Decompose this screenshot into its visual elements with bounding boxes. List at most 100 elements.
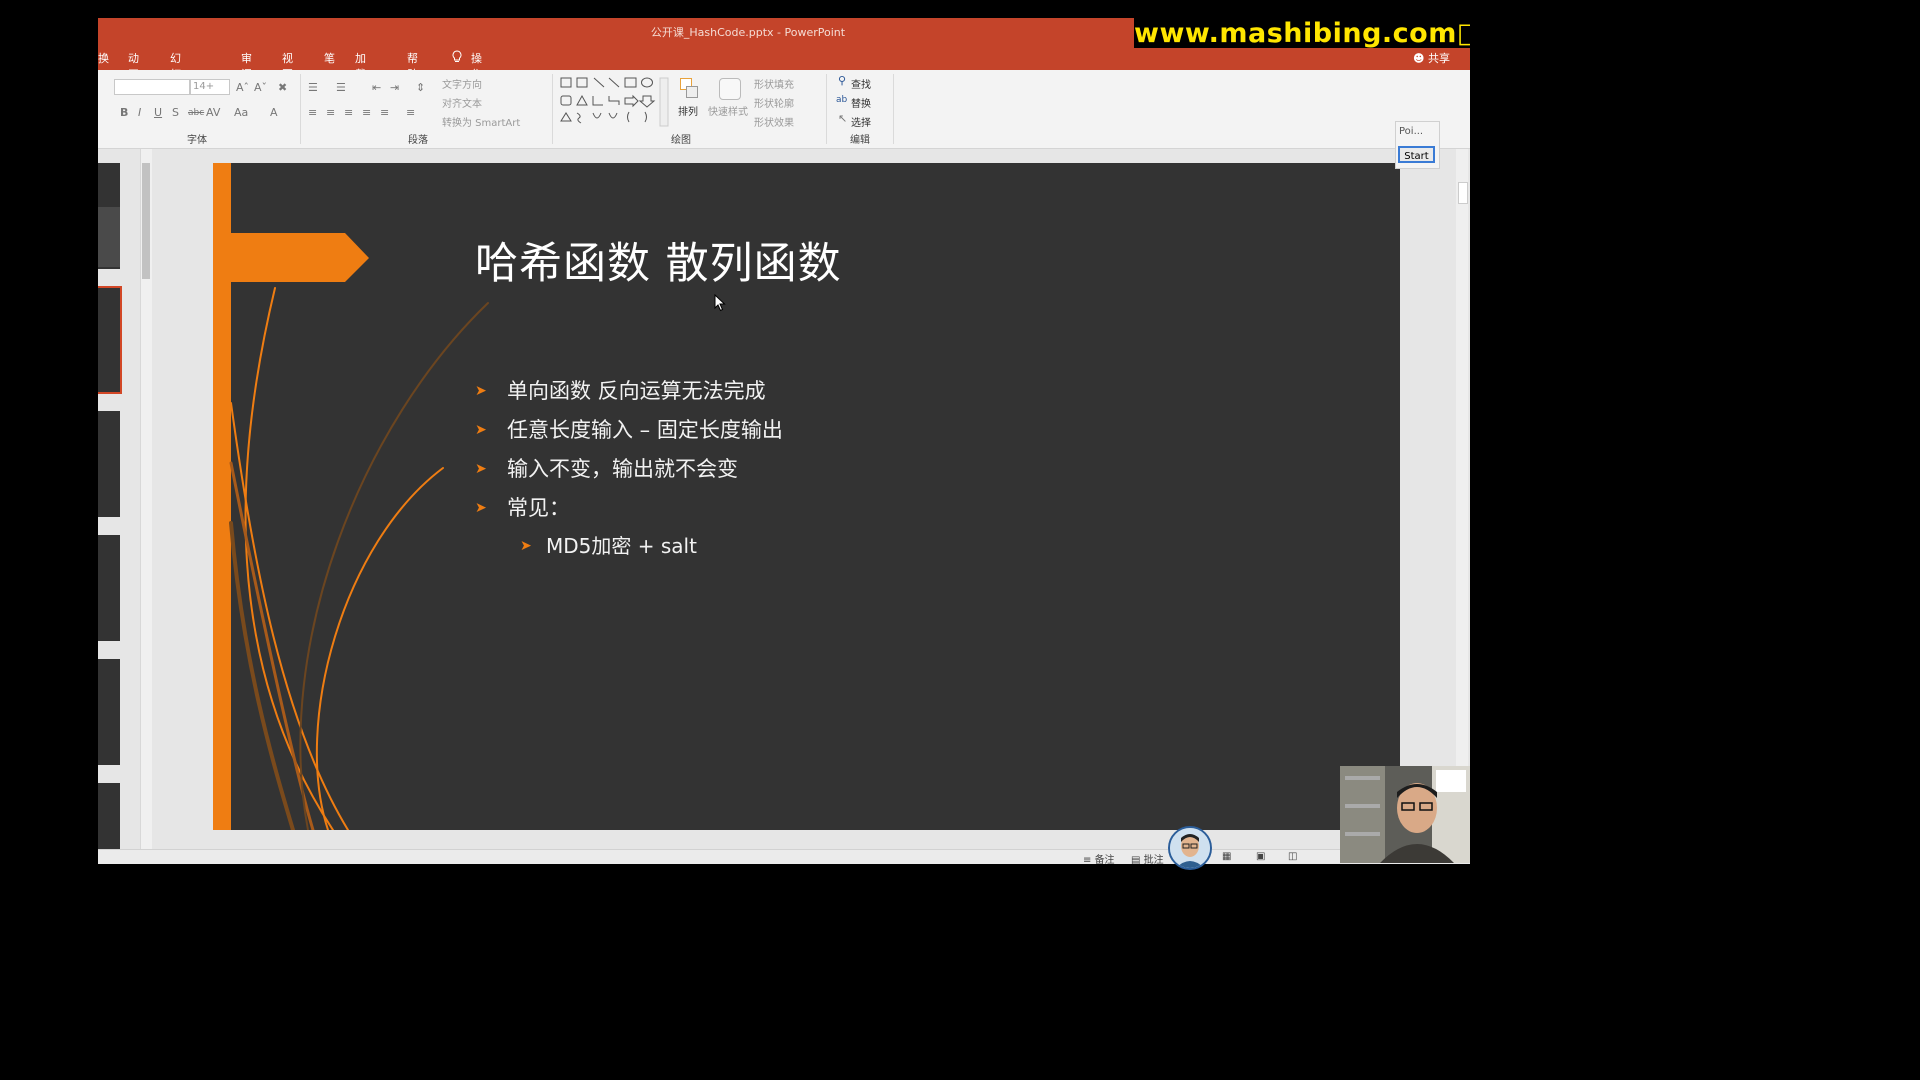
bold-icon[interactable]: B xyxy=(120,107,128,119)
bullet-item[interactable]: ➤ 输入不变，输出就不会变 xyxy=(475,453,738,483)
tab-pen[interactable]: 笔 xyxy=(324,50,335,66)
slide-title[interactable]: 哈希函数 散列函数 xyxy=(475,229,842,291)
scrollbar-thumb[interactable] xyxy=(142,163,150,279)
grow-font-icon[interactable]: Aˆ xyxy=(236,82,249,94)
comments-button[interactable]: ▤ 批注 xyxy=(1131,851,1164,864)
shape-effects-button[interactable]: 形状效果 xyxy=(754,114,794,129)
increase-indent-icon[interactable]: ⇥ xyxy=(390,82,399,94)
bullet-item[interactable]: ➤ 单向函数 反向运算无法完成 xyxy=(475,375,766,405)
line-spacing-icon[interactable]: ⇕ xyxy=(416,82,425,94)
normal-view-icon[interactable]: ▦ xyxy=(1222,851,1231,862)
tab-transitions[interactable]: 换 xyxy=(98,50,109,66)
bullet-text: MD5加密 + salt xyxy=(546,534,697,558)
quick-styles-button[interactable]: 快速样式 xyxy=(707,76,751,128)
share-button[interactable]: ☻ 共享 xyxy=(1413,50,1450,66)
ribbon: 14+ Aˆ Aˇ ✖ B I U S abc AV Aa A 字体 ☰ ☰ ⇤… xyxy=(98,70,1470,149)
divider xyxy=(300,74,301,144)
columns-icon[interactable]: ≡ xyxy=(406,107,415,119)
share-label: 共享 xyxy=(1428,52,1450,65)
slide-thumbnail[interactable] xyxy=(98,535,120,641)
bullet-text: 输入不变，输出就不会变 xyxy=(507,457,738,481)
thumbnail-photo xyxy=(98,207,120,267)
clear-format-icon[interactable]: ✖ xyxy=(278,82,287,94)
notes-icon: ≡ xyxy=(1083,855,1095,864)
find-button[interactable]: 查找 xyxy=(851,76,871,91)
person-icon: ☻ xyxy=(1413,52,1425,65)
bullet-marker-icon: ➤ xyxy=(475,422,487,438)
slide-scrollbar[interactable] xyxy=(1456,149,1468,849)
bullet-text: 常见： xyxy=(507,496,570,520)
divider xyxy=(893,74,894,144)
bullet-text: 单向函数 反向运算无法完成 xyxy=(507,379,766,403)
replace-button[interactable]: 替换 xyxy=(851,95,871,110)
addin-panel: Poi... Start xyxy=(1395,121,1440,169)
bullet-item[interactable]: ➤ 任意长度输入 – 固定长度输出 xyxy=(475,414,783,444)
start-button[interactable]: Start xyxy=(1398,146,1435,163)
distribute-icon[interactable]: ≡ xyxy=(380,107,389,119)
shape-outline-button[interactable]: 形状轮廓 xyxy=(754,95,794,110)
lightbulb-icon xyxy=(451,50,463,66)
font-size-value: 14+ xyxy=(193,81,215,92)
select-button[interactable]: 选择 xyxy=(851,114,871,129)
title-bar: 公开课_HashCode.pptx - PowerPoint www.mashi… xyxy=(98,18,1470,145)
font-name-box[interactable] xyxy=(114,79,190,95)
replace-icon: ab xyxy=(836,95,848,105)
quick-styles-label: 快速样式 xyxy=(708,107,748,118)
arrange-button[interactable]: 排列 xyxy=(676,76,700,128)
shrink-font-icon[interactable]: Aˇ xyxy=(254,82,267,94)
char-spacing-icon[interactable]: AV xyxy=(206,107,220,119)
divider xyxy=(552,74,553,144)
font-size-box[interactable]: 14+ xyxy=(190,79,230,95)
scrollbar-thumb[interactable] xyxy=(1458,182,1468,204)
bullet-marker-icon: ➤ xyxy=(475,500,487,516)
bullet-marker-icon: ➤ xyxy=(475,461,487,477)
align-left-icon[interactable]: ≡ xyxy=(308,107,317,119)
change-case-icon[interactable]: Aa xyxy=(234,107,248,119)
paragraph-group-label: 段落 xyxy=(408,135,428,146)
shape-fill-button[interactable]: 形状填充 xyxy=(754,76,794,91)
select-cursor-icon: ↖ xyxy=(838,112,848,125)
status-bar: ≡ 备注 ▤ 批注 ▦ ▣ ◫ xyxy=(98,849,1470,864)
justify-icon[interactable]: ≡ xyxy=(362,107,371,119)
numbering-icon[interactable]: ☰ xyxy=(336,82,346,94)
shapes-gallery[interactable] xyxy=(559,76,669,128)
drawing-group-label: 绘图 xyxy=(671,135,691,146)
mouse-cursor-icon xyxy=(714,294,726,312)
active-slide-highlight xyxy=(98,286,122,394)
slide-thumbnail[interactable] xyxy=(98,659,120,765)
slide-thumbnail[interactable] xyxy=(98,411,120,517)
bullet-item[interactable]: ➤ 常见： xyxy=(475,492,570,522)
align-right-icon[interactable]: ≡ xyxy=(344,107,353,119)
quick-styles-icon xyxy=(719,78,741,100)
bullets-icon[interactable]: ☰ xyxy=(308,82,318,94)
italic-icon[interactable]: I xyxy=(138,107,141,119)
convert-smartart-button[interactable]: 转换为 SmartArt xyxy=(442,114,520,129)
notes-label: 备注 xyxy=(1094,855,1115,864)
comment-icon: ▤ xyxy=(1131,855,1144,864)
powerpoint-window: 公开课_HashCode.pptx - PowerPoint www.mashi… xyxy=(98,18,1470,864)
webcam-overlay xyxy=(1340,766,1470,863)
watermark-overlay: www.mashibing.com□ xyxy=(1134,18,1470,48)
find-icon: ⚲ xyxy=(838,74,847,87)
thumbnails-scrollbar[interactable] xyxy=(140,149,152,849)
addin-title: Poi... xyxy=(1399,126,1424,137)
notes-button[interactable]: ≡ 备注 xyxy=(1083,851,1115,864)
decrease-indent-icon[interactable]: ⇤ xyxy=(372,82,381,94)
presenter-avatar xyxy=(1168,826,1212,870)
sub-bullet-item[interactable]: ➤ MD5加密 + salt xyxy=(520,530,697,559)
align-text-button[interactable]: 对齐文本 xyxy=(442,95,482,110)
slideshow-view-icon[interactable]: ◫ xyxy=(1288,851,1297,862)
text-direction-button[interactable]: 文字方向 xyxy=(442,76,482,91)
divider xyxy=(826,74,827,144)
shadow-icon[interactable]: S xyxy=(172,107,179,119)
arrange-label: 排列 xyxy=(678,107,698,118)
reading-view-icon[interactable]: ▣ xyxy=(1256,851,1265,862)
slide-canvas[interactable]: 哈希函数 散列函数 ➤ 单向函数 反向运算无法完成 ➤ 任意长度输入 – 固定长度输… xyxy=(213,163,1400,830)
comments-label: 批注 xyxy=(1143,855,1164,864)
bullet-marker-icon: ➤ xyxy=(520,538,532,554)
strikethrough-icon[interactable]: abc xyxy=(188,107,204,119)
font-color-icon[interactable]: A xyxy=(270,107,278,119)
slide-thumbnail[interactable] xyxy=(98,163,120,269)
underline-icon[interactable]: U xyxy=(154,107,162,119)
align-center-icon[interactable]: ≡ xyxy=(326,107,335,119)
